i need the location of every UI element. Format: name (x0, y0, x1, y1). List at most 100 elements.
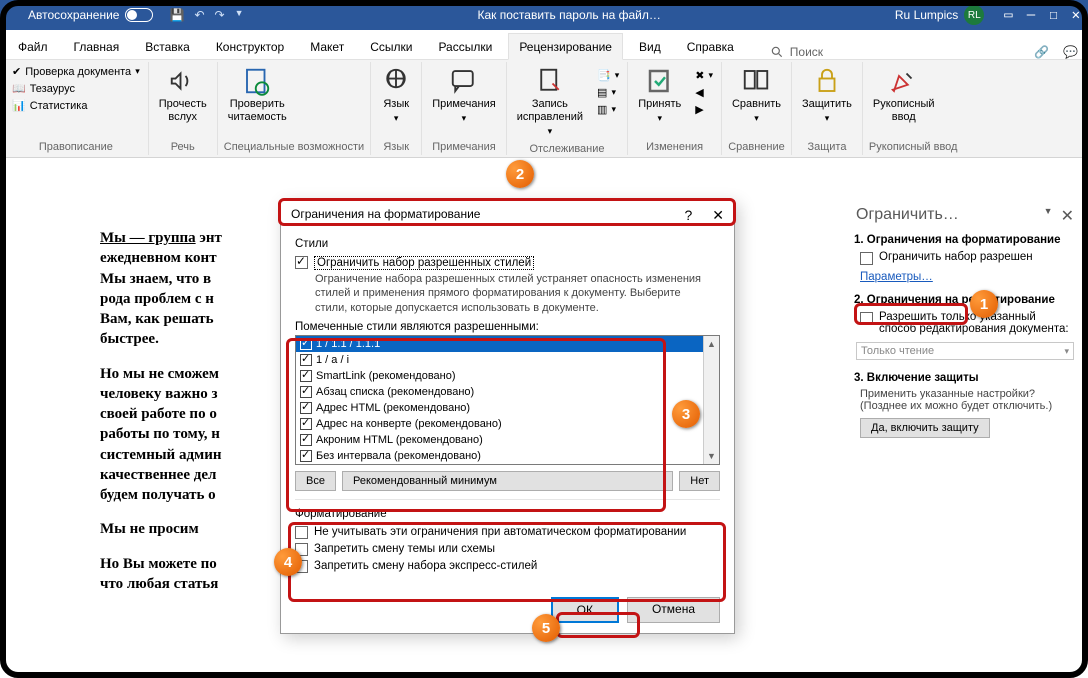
user-avatar-icon[interactable]: RL (964, 5, 984, 25)
list-item[interactable]: 1 / a / i (296, 352, 719, 368)
editing-type-select[interactable]: Только чтение▾ (856, 342, 1074, 360)
list-item[interactable]: Акроним HTML (рекомендовано) (296, 432, 719, 448)
checkbox-icon[interactable] (300, 402, 312, 414)
callout-marker-3: 3 (672, 400, 700, 428)
scrollbar[interactable]: ▲▼ (703, 336, 719, 464)
share-icon[interactable]: 🔗 (1034, 45, 1049, 59)
comments-button[interactable]: Примечания▾ (428, 64, 500, 126)
styles-description: Ограничение набора разрешенных стилей ус… (315, 272, 720, 315)
show-markup-button[interactable]: ▤▾ (595, 85, 621, 100)
tab-mailings[interactable]: Рассылки (428, 34, 502, 59)
checkbox-icon[interactable] (300, 338, 312, 350)
limit-styles-checkbox[interactable]: Ограничить набор разрешенных стилей (295, 254, 720, 272)
language-button[interactable]: Язык▾ (377, 64, 415, 126)
list-item[interactable]: Без интервала (рекомендовано) (296, 448, 719, 464)
checkbox-icon[interactable] (300, 434, 312, 446)
thesaurus-button[interactable]: 📖Тезаурус (10, 81, 142, 96)
previous-change-button[interactable]: ◀ (693, 85, 715, 100)
checkbox-icon[interactable] (295, 526, 308, 539)
cancel-button[interactable]: Отмена (627, 597, 720, 623)
check-accessibility-button[interactable]: Проверить читаемость (224, 64, 291, 126)
list-item[interactable]: Адрес HTML (рекомендовано) (296, 400, 719, 416)
styles-listbox[interactable]: 1 / 1.1 / 1.1.1 1 / a / i SmartLink (рек… (295, 335, 720, 465)
checkbox-icon[interactable] (300, 418, 312, 430)
tab-file[interactable]: Файл (8, 34, 58, 59)
comments-icon[interactable]: 💬 (1063, 45, 1078, 59)
tab-layout[interactable]: Макет (300, 34, 354, 59)
list-item[interactable]: 1 / 1.1 / 1.1.1 (296, 336, 719, 352)
autosave-toggle[interactable]: Автосохранение (28, 8, 153, 22)
recommended-minimum-button[interactable]: Рекомендованный минимум (342, 471, 673, 491)
word-count-button[interactable]: 📊Статистика (10, 98, 142, 113)
tab-design[interactable]: Конструктор (206, 34, 294, 59)
checkbox-icon[interactable] (860, 252, 873, 265)
search-box[interactable]: Поиск (770, 45, 1028, 59)
dialog-close-icon[interactable]: ✕ (712, 207, 724, 224)
title-bar: Автосохранение 💾 ↶ ↷ ▼ Как поставить пар… (0, 0, 1088, 30)
list-item[interactable]: Абзац списка (рекомендовано) (296, 384, 719, 400)
checkbox-icon[interactable] (300, 370, 312, 382)
tab-insert[interactable]: Вставка (135, 34, 200, 59)
undo-icon[interactable]: ↶ (194, 8, 204, 22)
toggle-switch-icon[interactable] (125, 8, 153, 22)
ink-button[interactable]: Рукописный ввод (869, 64, 939, 126)
block-theme-checkbox[interactable]: Запретить смену темы или схемы (295, 541, 720, 558)
ribbon: ✔Проверка документа▾ 📖Тезаурус 📊Статисти… (0, 60, 1088, 158)
list-item[interactable]: Адрес на конверте (рекомендовано) (296, 416, 719, 432)
group-comments: Примечания▾ Примечания (422, 62, 507, 155)
track-changes-button[interactable]: Запись исправлений▾ (513, 64, 587, 139)
check-document-button[interactable]: ✔Проверка документа▾ (10, 64, 142, 79)
select-all-button[interactable]: Все (295, 471, 336, 491)
tab-help[interactable]: Справка (677, 34, 744, 59)
ink-icon (889, 66, 919, 96)
scroll-down-icon[interactable]: ▼ (704, 448, 719, 464)
compare-icon (741, 66, 771, 96)
tab-review[interactable]: Рецензирование (508, 33, 623, 60)
read-aloud-button[interactable]: Прочесть вслух (155, 64, 211, 126)
checkbox-icon[interactable] (300, 386, 312, 398)
list-item[interactable]: SmartLink (рекомендовано) (296, 368, 719, 384)
formatting-settings-link[interactable]: Параметры… (860, 271, 933, 283)
display-for-review-button[interactable]: 📑▾ (595, 68, 621, 83)
reviewing-pane-button[interactable]: ▥▾ (595, 102, 621, 117)
checkbox-icon[interactable] (300, 354, 312, 366)
checkbox-icon[interactable] (300, 450, 312, 462)
list-item[interactable]: Веб-таблица 1 (296, 464, 719, 465)
scroll-up-icon[interactable]: ▲ (704, 336, 719, 352)
restrict-editing-checkbox[interactable]: Разрешить только указанный способ редакт… (854, 308, 1076, 338)
limit-formatting-checkbox[interactable]: Ограничить набор разрешен (854, 248, 1076, 268)
ok-button[interactable]: ОК (551, 597, 619, 623)
accept-button[interactable]: Принять▾ (634, 64, 685, 126)
tab-view[interactable]: Вид (629, 34, 671, 59)
autoformat-override-checkbox[interactable]: Не учитывать эти ограничения при автомат… (295, 524, 720, 541)
compare-button[interactable]: Сравнить▾ (728, 64, 785, 126)
callout-marker-1: 1 (970, 290, 998, 318)
pane-options-icon[interactable]: ▼ (1044, 206, 1053, 226)
tab-home[interactable]: Главная (64, 34, 130, 59)
group-label: Изменения (634, 137, 715, 153)
statistics-icon: 📊 (12, 99, 26, 112)
search-icon (770, 45, 784, 59)
markup-icon: ▤ (597, 86, 607, 99)
block-quickstyle-checkbox[interactable]: Запретить смену набора экспресс-стилей (295, 558, 720, 575)
qat-dropdown-icon[interactable]: ▼ (235, 8, 244, 22)
start-enforcement-button[interactable]: Да, включить защиту (860, 418, 990, 438)
group-label: Отслеживание (513, 139, 622, 155)
checkbox-icon[interactable] (860, 312, 873, 325)
account-area[interactable]: Ru Lumpics RL (895, 5, 984, 25)
reject-button[interactable]: ✖▾ (693, 68, 715, 83)
protect-button[interactable]: Защитить▾ (798, 64, 856, 126)
tab-references[interactable]: Ссылки (360, 34, 422, 59)
dialog-title-bar[interactable]: Ограничения на форматирование ? ✕ (281, 201, 734, 230)
ribbon-options-icon[interactable]: ▭ (1004, 7, 1012, 23)
select-none-button[interactable]: Нет (679, 471, 720, 491)
dialog-help-icon[interactable]: ? (684, 207, 692, 224)
next-change-button[interactable]: ▶ (693, 102, 715, 117)
checkbox-icon[interactable] (295, 256, 308, 269)
redo-icon[interactable]: ↷ (215, 8, 225, 22)
minimize-icon[interactable]: — (1027, 7, 1035, 23)
close-icon[interactable]: ✕ (1072, 7, 1080, 23)
pane-close-icon[interactable]: ✕ (1061, 206, 1074, 226)
maximize-icon[interactable]: ☐ (1049, 7, 1057, 23)
save-icon[interactable]: 💾 (169, 8, 184, 22)
